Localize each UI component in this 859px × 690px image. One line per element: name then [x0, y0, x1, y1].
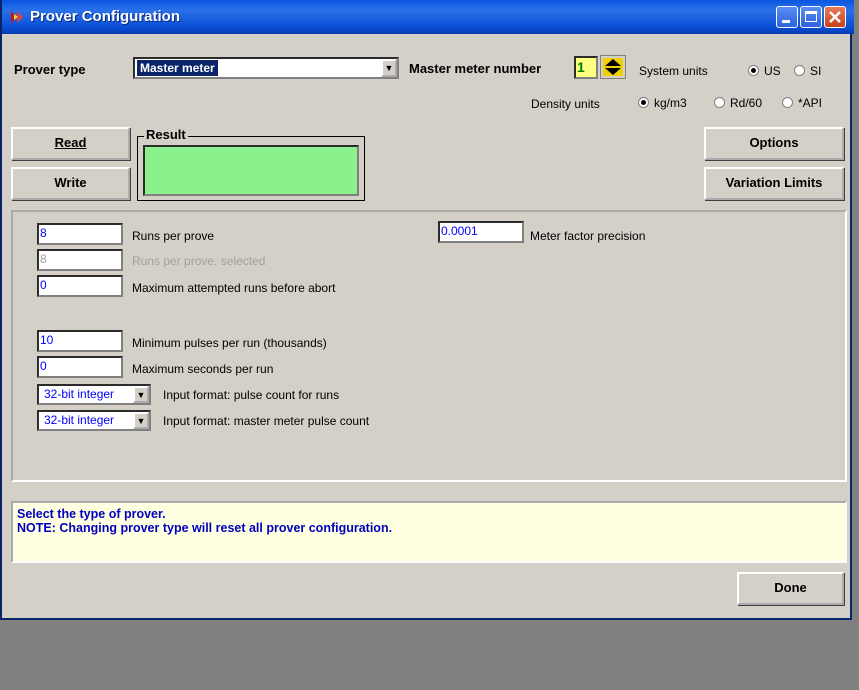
system-units-si-label: SI — [810, 64, 822, 78]
max-attempted-runs-input[interactable]: 0 — [37, 275, 123, 297]
master-meter-number-spinner[interactable] — [600, 55, 626, 79]
input-format-runs-label: Input format: pulse count for runs — [163, 388, 340, 402]
density-api-radio[interactable] — [782, 97, 793, 108]
system-units-si-radio[interactable] — [794, 65, 805, 76]
input-format-runs-value: 32-bit integer — [44, 387, 115, 401]
read-button[interactable]: Read — [11, 127, 130, 160]
system-units-label: System units — [639, 64, 708, 78]
system-units-us-radio[interactable] — [748, 65, 759, 76]
min-pulses-per-run-input[interactable]: 10 — [37, 330, 123, 352]
variation-limits-button[interactable]: Variation Limits — [704, 167, 844, 200]
density-rd60-radio[interactable] — [714, 97, 725, 108]
spinner-arrows-icon — [603, 58, 623, 76]
help-note: Select the type of prover. NOTE: Changin… — [11, 501, 847, 563]
prover-configuration-window: Prover Configuration Prover type Master … — [0, 0, 854, 620]
meter-factor-precision-label: Meter factor precision — [530, 229, 646, 243]
title-bar[interactable]: Prover Configuration — [2, 0, 854, 34]
window-title: Prover Configuration — [30, 8, 181, 25]
runs-per-prove-selected-input: 8 — [37, 249, 123, 271]
chevron-down-icon[interactable]: ▼ — [381, 59, 397, 77]
close-button[interactable] — [824, 6, 846, 28]
help-note-line1: Select the type of prover. — [17, 507, 166, 521]
density-kgm3-radio[interactable] — [638, 97, 649, 108]
result-indicator — [143, 145, 359, 196]
done-button-label: Done — [774, 580, 807, 595]
runs-per-prove-selected-label: Runs per prove, selected — [132, 254, 266, 268]
read-button-label: Read — [54, 135, 87, 150]
master-meter-number-label: Master meter number — [409, 61, 542, 76]
minimize-button[interactable] — [776, 6, 798, 28]
app-icon — [11, 11, 23, 23]
prover-type-select[interactable]: Master meter ▼ — [133, 57, 399, 79]
options-button[interactable]: Options — [704, 127, 844, 160]
master-meter-number-field[interactable]: 1 — [574, 56, 598, 79]
max-seconds-per-run-label: Maximum seconds per run — [132, 362, 274, 376]
max-attempted-runs-label: Maximum attempted runs before abort — [132, 281, 336, 295]
write-button[interactable]: Write — [11, 167, 130, 200]
runs-per-prove-label: Runs per prove — [132, 229, 215, 243]
density-rd60-label: Rd/60 — [730, 96, 763, 110]
min-pulses-per-run-label: Minimum pulses per run (thousands) — [132, 336, 327, 350]
runs-per-prove-input[interactable]: 8 — [37, 223, 123, 245]
write-button-label: Write — [54, 175, 87, 190]
system-units-us-label: US — [764, 64, 781, 78]
input-format-master-value: 32-bit integer — [44, 413, 115, 427]
prover-type-label: Prover type — [14, 62, 86, 77]
meter-factor-precision-input[interactable]: 0.0001 — [438, 221, 524, 243]
result-label: Result — [144, 127, 188, 142]
density-units-label: Density units — [531, 97, 600, 111]
done-button[interactable]: Done — [737, 572, 844, 605]
density-kgm3-label: kg/m3 — [654, 96, 687, 110]
input-format-runs-select[interactable]: 32-bit integer ▼ — [37, 384, 151, 405]
input-format-master-select[interactable]: 32-bit integer ▼ — [37, 410, 151, 431]
maximize-button[interactable] — [800, 6, 822, 28]
settings-panel: 8 Runs per prove 8 Runs per prove, selec… — [11, 210, 847, 482]
max-seconds-per-run-input[interactable]: 0 — [37, 356, 123, 378]
variation-limits-button-label: Variation Limits — [725, 175, 823, 190]
help-note-line2: NOTE: Changing prover type will reset al… — [17, 521, 393, 535]
options-button-label: Options — [749, 135, 799, 150]
density-api-label: *API — [798, 96, 823, 110]
chevron-down-icon[interactable]: ▼ — [133, 386, 149, 403]
close-icon — [829, 11, 841, 23]
input-format-master-label: Input format: master meter pulse count — [163, 414, 370, 428]
prover-type-value: Master meter — [137, 60, 218, 76]
chevron-down-icon[interactable]: ▼ — [133, 412, 149, 429]
